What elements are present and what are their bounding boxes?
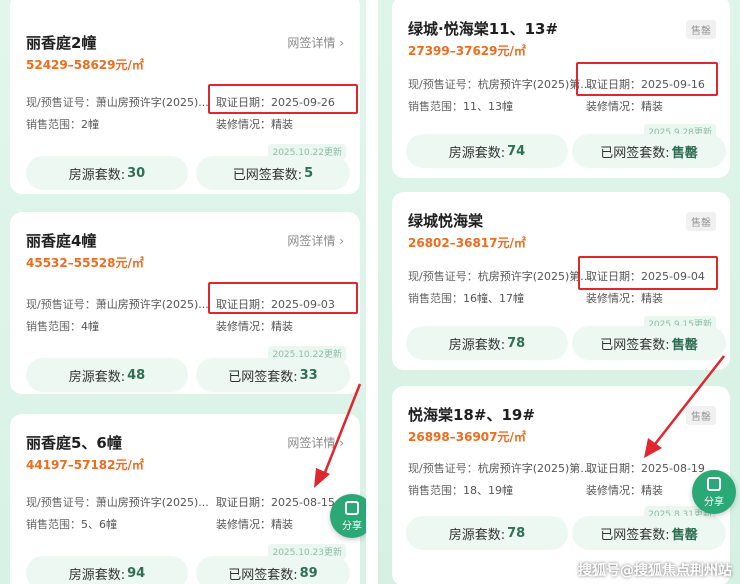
license-row: 现/预售证号：杭房预许字(2025)第...	[408, 78, 591, 91]
share-icon	[345, 500, 359, 515]
range-row: 销售范围：18、19幢	[408, 484, 513, 497]
right-panel: 绿城·悦海棠11、13# 售罄 27399–37629元/㎡ 现/预售证号：杭房…	[378, 0, 740, 584]
contract-details-link[interactable]: 网签详情 ›	[287, 232, 344, 249]
units-count: 房源套数: 94	[26, 556, 188, 584]
watermark: 搜狐号@搜狐焦点荆州站	[578, 563, 732, 579]
share-icon	[707, 476, 721, 491]
signed-count: 已网签套数: 89	[196, 556, 350, 584]
range-row: 销售范围：4幢	[26, 320, 99, 333]
contract-details-link[interactable]: 网签详情 ›	[287, 34, 344, 51]
share-label: 分享	[704, 496, 724, 508]
license-row: 现/预售证号：萧山房预许字(2025)...	[26, 96, 209, 109]
units-count: 房源套数: 78	[406, 516, 568, 550]
left-panel: 丽香庭2幢 网签详情 › 52429–58629元/㎡ 现/预售证号：萧山房预许…	[0, 0, 366, 584]
arrow-annotation	[644, 355, 725, 458]
license-row: 现/预售证号：萧山房预许字(2025)...	[26, 496, 209, 509]
share-label: 分享	[342, 520, 362, 532]
decor-row: 装修情况：精装	[586, 484, 663, 497]
date-highlight-box	[208, 84, 358, 114]
building-name: 绿城·悦海棠11、13#	[408, 20, 559, 38]
date-highlight-box	[578, 256, 718, 290]
price-range: 27399–37629元/㎡	[408, 44, 526, 58]
price-range: 44197–57182元/㎡	[26, 458, 144, 472]
building-name: 丽香庭5、6幢	[26, 434, 122, 452]
decor-row: 装修情况：精装	[586, 292, 663, 305]
share-button[interactable]: 分享	[692, 470, 736, 514]
date-row: 取证日期：2025-08-19	[586, 462, 705, 475]
decor-row: 装修情况：精装	[216, 518, 293, 531]
units-count: 房源套数: 78	[406, 326, 568, 360]
building-name: 悦海棠18#、19#	[408, 406, 535, 424]
sold-out-tag: 售罄	[686, 212, 716, 231]
decor-row: 装修情况：精装	[586, 100, 663, 113]
date-highlight-box	[208, 282, 358, 314]
range-row: 销售范围：16幢、17幢	[408, 292, 524, 305]
date-highlight-box	[576, 62, 718, 96]
license-row: 现/预售证号：杭房预许字(2025)第...	[408, 270, 591, 283]
building-name: 丽香庭4幢	[26, 232, 97, 250]
signed-count: 已网签套数: 5	[196, 156, 350, 190]
decor-row: 装修情况：精装	[216, 320, 293, 333]
building-name: 丽香庭2幢	[26, 34, 97, 52]
building-name: 绿城悦海棠	[408, 212, 484, 230]
units-count: 房源套数: 48	[26, 358, 188, 392]
arrow-annotation	[314, 383, 362, 488]
price-range: 26802–36817元/㎡	[408, 236, 526, 250]
decor-row: 装修情况：精装	[216, 118, 293, 131]
price-range: 52429–58629元/㎡	[26, 58, 144, 72]
range-row: 销售范围：11、13幢	[408, 100, 513, 113]
divider	[366, 0, 378, 584]
signed-count: 已网签套数: 售罄	[572, 134, 726, 168]
signed-count: 已网签套数: 售罄	[572, 516, 726, 550]
sold-out-tag: 售罄	[686, 20, 716, 39]
range-row: 销售范围：5、6幢	[26, 518, 117, 531]
license-row: 现/预售证号：杭房预许字(2025)第...	[408, 462, 591, 475]
share-button[interactable]: 分享	[330, 494, 366, 538]
license-row: 现/预售证号：萧山房预许字(2025)...	[26, 298, 209, 311]
price-range: 45532–55528元/㎡	[26, 256, 144, 270]
price-range: 26898–36907元/㎡	[408, 430, 526, 444]
range-row: 销售范围：2幢	[26, 118, 99, 131]
units-count: 房源套数: 30	[26, 156, 188, 190]
units-count: 房源套数: 74	[406, 134, 568, 168]
